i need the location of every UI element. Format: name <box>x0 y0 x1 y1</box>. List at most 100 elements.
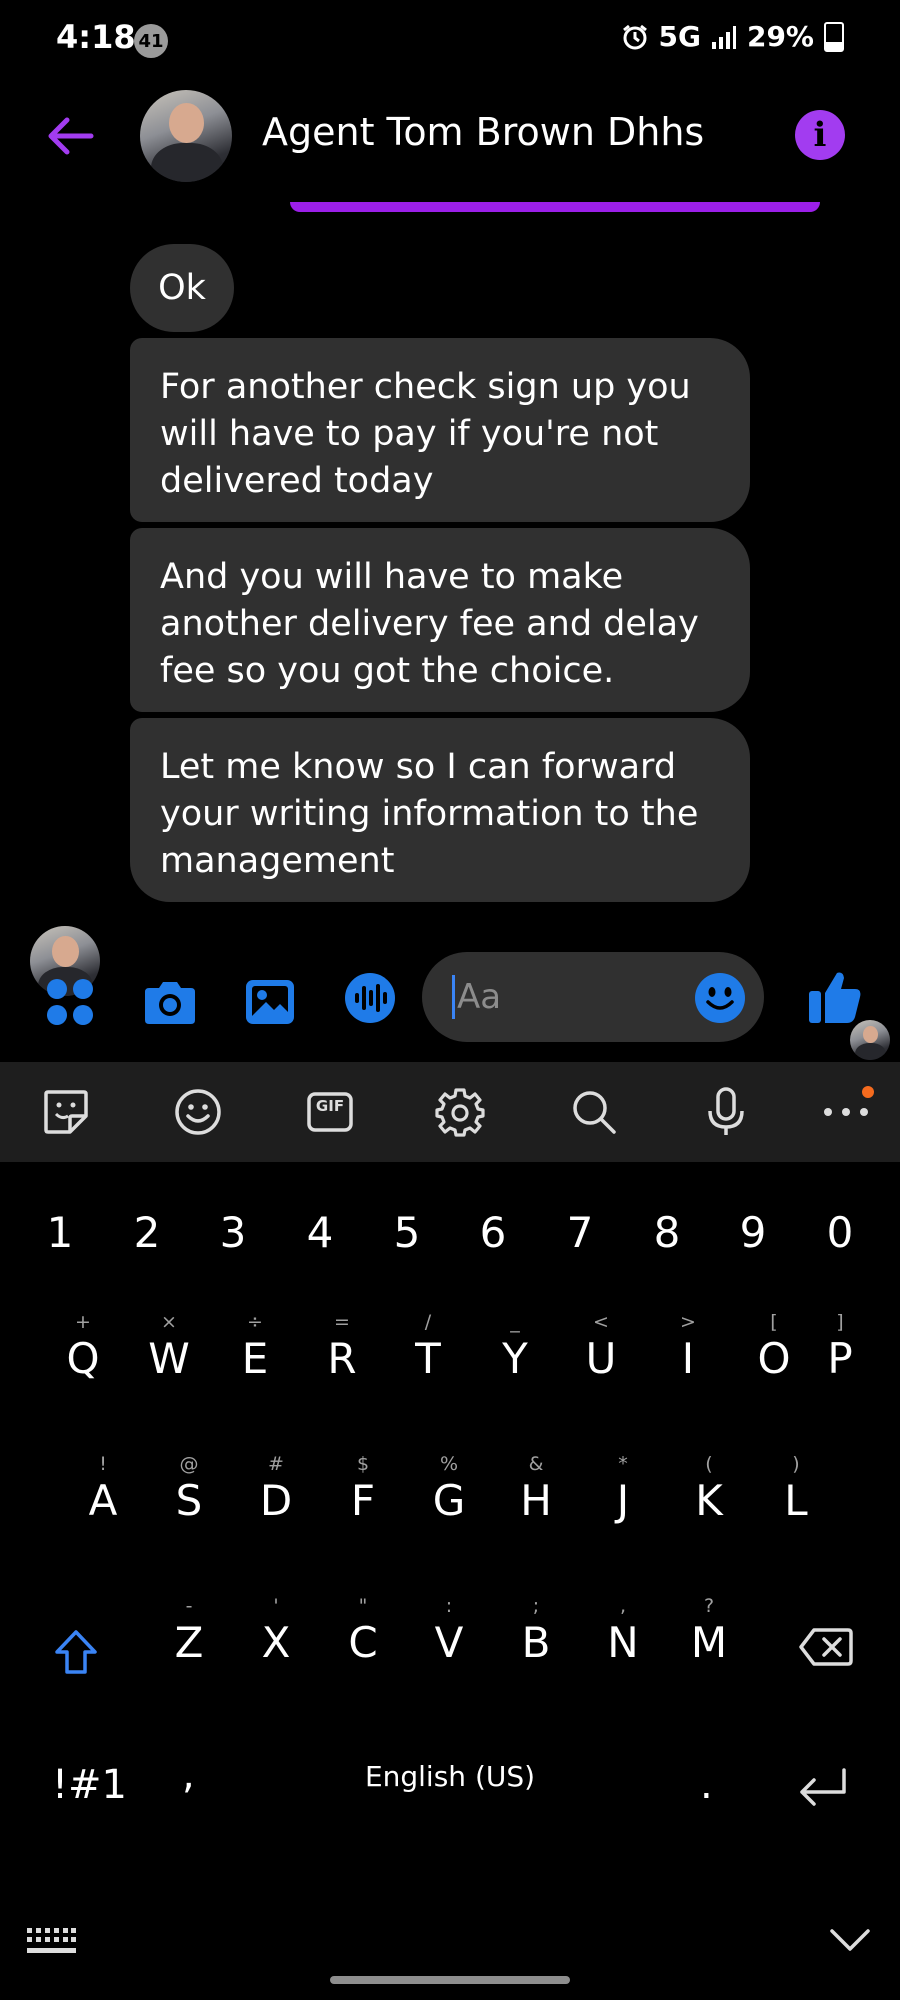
apps-button[interactable] <box>42 974 98 1030</box>
key-4[interactable]: 4 <box>277 1208 363 1257</box>
key-9[interactable]: 9 <box>710 1208 796 1257</box>
key-label: M <box>690 1618 728 1667</box>
backspace-key[interactable] <box>796 1622 856 1672</box>
key-w[interactable]: × W <box>126 1310 212 1383</box>
key-hint: × <box>161 1311 177 1333</box>
key-label: D <box>259 1476 293 1525</box>
emoji-panel-button[interactable] <box>170 1084 226 1140</box>
audio-wave-icon <box>345 973 395 1023</box>
key-k[interactable]: (K <box>666 1452 752 1525</box>
key-r[interactable]: = R <box>299 1310 385 1383</box>
key-hint: = <box>334 1311 350 1333</box>
gallery-icon <box>246 980 294 1024</box>
key-i[interactable]: > I <box>645 1310 731 1383</box>
signal-icon <box>711 25 736 49</box>
sticker-button[interactable] <box>38 1084 94 1140</box>
emoji-button[interactable] <box>694 972 746 1024</box>
keyboard-icon <box>27 1928 76 1953</box>
key-hint: ; <box>532 1595 540 1617</box>
camera-button[interactable] <box>140 974 200 1030</box>
key-f[interactable]: $ F <box>320 1452 406 1525</box>
key-x[interactable]: ' X <box>233 1594 319 1667</box>
battery-percent: 29% <box>746 20 814 53</box>
notification-count-badge: 41 <box>134 24 168 58</box>
key-e[interactable]: ÷ E <box>212 1310 298 1383</box>
key-u[interactable]: < U <box>558 1310 644 1383</box>
info-icon: i <box>813 115 827 155</box>
contact-avatar[interactable] <box>140 90 232 182</box>
key-7[interactable]: 7 <box>537 1208 623 1257</box>
symbols-key[interactable]: !#1 <box>52 1762 127 1808</box>
hide-keyboard-button[interactable] <box>826 1924 874 1956</box>
key-3[interactable]: 3 <box>190 1208 276 1257</box>
home-indicator[interactable] <box>330 1976 570 1984</box>
key-hint: : <box>445 1595 453 1617</box>
shift-key[interactable] <box>48 1624 104 1680</box>
like-button[interactable] <box>806 968 864 1026</box>
shift-icon <box>55 1630 97 1674</box>
key-hint: , <box>619 1595 627 1617</box>
key-hint: % <box>439 1453 459 1475</box>
space-key[interactable]: English (US) <box>240 1760 660 1793</box>
key-t[interactable]: / T <box>385 1310 471 1383</box>
info-button[interactable]: i <box>795 110 845 160</box>
search-button[interactable] <box>566 1084 622 1140</box>
key-label: U <box>585 1334 617 1383</box>
key-6[interactable]: 6 <box>450 1208 536 1257</box>
key-m[interactable]: ? M <box>666 1594 752 1667</box>
key-hint: ] <box>836 1311 844 1333</box>
key-label: S <box>175 1476 203 1525</box>
key-q[interactable]: + Q <box>40 1310 126 1383</box>
key-b[interactable]: ; B <box>493 1594 579 1667</box>
status-indicators: 5G 29% <box>621 20 844 53</box>
key-y[interactable]: _ Y <box>472 1310 558 1383</box>
key-c[interactable]: " C <box>320 1594 406 1667</box>
contact-name[interactable]: Agent Tom Brown Dhhs <box>262 110 704 154</box>
key-hint: ÷ <box>247 1311 263 1333</box>
message-bubble[interactable]: Ok <box>130 244 234 332</box>
key-g[interactable]: % G <box>406 1452 492 1525</box>
key-8[interactable]: 8 <box>624 1208 710 1257</box>
settings-icon <box>435 1088 485 1137</box>
emoji-icon <box>695 973 745 1023</box>
key-j[interactable]: * J <box>580 1452 666 1525</box>
key-1[interactable]: 1 <box>17 1208 103 1257</box>
key-h[interactable]: & H <box>493 1452 579 1525</box>
settings-button[interactable] <box>432 1084 488 1140</box>
key-label: K <box>695 1476 723 1525</box>
key-a[interactable]: ! A <box>60 1452 146 1525</box>
key-n[interactable]: ,N <box>580 1594 666 1667</box>
key-2[interactable]: 2 <box>104 1208 190 1257</box>
gallery-button[interactable] <box>240 972 300 1032</box>
message-bubble[interactable]: And you will have to make another delive… <box>130 528 750 712</box>
key-hint: < <box>593 1311 609 1333</box>
key-hint: # <box>268 1453 284 1475</box>
key-5[interactable]: 5 <box>364 1208 450 1257</box>
key-l[interactable]: ) L <box>753 1452 839 1525</box>
gif-button[interactable]: GIF <box>302 1084 358 1140</box>
message-bubble[interactable]: For another check sign up you will have … <box>130 338 750 522</box>
key-label: H <box>520 1476 552 1525</box>
message-bubble[interactable]: Let me know so I can forward your writin… <box>130 718 750 902</box>
key-v[interactable]: :V <box>406 1594 492 1667</box>
key-0[interactable]: 0 <box>797 1208 883 1257</box>
key-label: N <box>607 1618 639 1667</box>
period-key[interactable]: . <box>700 1762 713 1808</box>
enter-key[interactable] <box>790 1764 854 1812</box>
key-label: J <box>616 1476 630 1525</box>
voice-clip-button[interactable] <box>344 972 396 1024</box>
key-z[interactable]: -Z <box>146 1594 232 1667</box>
voice-input-button[interactable] <box>698 1084 754 1140</box>
key-d[interactable]: # D <box>233 1452 319 1525</box>
key-label: Z <box>174 1618 204 1667</box>
key-hint: @ <box>179 1453 199 1475</box>
key-p[interactable]: ] P <box>797 1310 883 1383</box>
key-label: R <box>327 1334 357 1383</box>
notification-dot <box>862 1086 874 1098</box>
network-type: 5G <box>658 20 701 53</box>
comma-key[interactable]: , <box>182 1752 195 1798</box>
key-s[interactable]: @ S <box>146 1452 232 1525</box>
back-button[interactable] <box>42 108 98 164</box>
pinned-bar <box>290 202 820 212</box>
keyboard-switch-button[interactable] <box>24 1924 78 1958</box>
